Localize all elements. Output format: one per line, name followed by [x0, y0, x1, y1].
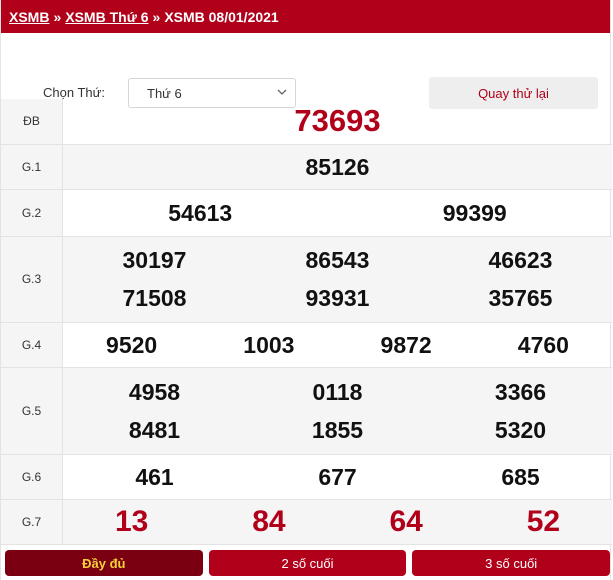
last-three-digits-button[interactable]: 3 số cuối — [412, 550, 611, 576]
prize-label: G.6 — [1, 454, 63, 500]
prize-number: 46623 — [488, 247, 553, 273]
prize-number: 1003 — [243, 331, 295, 358]
prize-number: 5320 — [494, 416, 547, 443]
prize-row: G.5 4958 0118 3366 8481 1855 5320 — [1, 367, 612, 455]
prize-number: 1855 — [311, 416, 364, 443]
prize-number: 64 — [389, 504, 423, 538]
prize-number: 73693 — [294, 103, 381, 139]
prize-row: G.2 54613 99399 — [1, 189, 612, 237]
prize-number: 4958 — [128, 378, 181, 405]
prize-numbers: 461 677 685 — [62, 454, 612, 500]
prize-numbers: 54613 99399 — [62, 189, 612, 237]
prize-numbers: 9520 1003 9872 4760 — [62, 322, 612, 368]
controls-bar: Chọn Thứ: Thứ 6 Quay thử lại — [1, 33, 610, 109]
view-mode-bar: Đầy đủ 2 số cuối 3 số cuối — [1, 550, 613, 580]
breadcrumb-separator: » — [152, 8, 161, 25]
prize-number: 677 — [318, 463, 357, 490]
last-two-digits-button[interactable]: 2 số cuối — [208, 550, 407, 576]
prize-number: 54613 — [168, 199, 233, 226]
prize-number: 85126 — [305, 153, 370, 180]
prize-label: G.2 — [1, 189, 63, 237]
breadcrumb-current: XSMB 08/01/2021 — [164, 8, 279, 25]
day-select-label: Chọn Thứ: — [43, 85, 105, 100]
prize-number: 84 — [252, 504, 286, 538]
prize-row: G.6 461 677 685 — [1, 454, 612, 500]
prize-label: G.7 — [1, 499, 63, 545]
prize-label: G.4 — [1, 322, 63, 368]
prize-number: 3366 — [494, 378, 547, 405]
results-table: ĐB 73693 G.1 85126 G.2 54613 99399 G.3 30197 8654… — [1, 99, 612, 545]
prize-number: 4760 — [517, 331, 569, 358]
breadcrumb-xsmb-day-link[interactable]: XSMB Thứ 6 — [65, 9, 148, 25]
prize-label: ĐB — [1, 99, 63, 145]
prize-number: 0118 — [312, 378, 363, 405]
prize-number: 8481 — [128, 416, 181, 443]
prize-number: 35765 — [488, 285, 553, 311]
breadcrumb-xsmb-link[interactable]: XSMB — [9, 9, 49, 25]
prize-label: G.3 — [1, 236, 63, 323]
prize-number: 93931 — [305, 285, 370, 311]
prize-row: G.4 9520 1003 9872 4760 — [1, 322, 612, 368]
breadcrumb-separator: » — [53, 8, 62, 25]
prize-numbers: 30197 86543 46623 71508 93931 35765 — [62, 236, 612, 323]
prize-row: G.3 30197 86543 46623 71508 93931 35765 — [1, 236, 612, 323]
prize-number: 52 — [526, 504, 561, 538]
prize-numbers: 85126 — [62, 144, 612, 190]
prize-row: G.7 13 84 64 52 — [1, 499, 612, 545]
prize-numbers: 13 84 64 52 — [62, 499, 612, 545]
prize-number: 9872 — [380, 331, 432, 358]
prize-numbers: 4958 0118 3366 8481 1855 5320 — [62, 367, 612, 455]
prize-number: 71508 — [122, 285, 187, 311]
prize-number: 86543 — [305, 247, 370, 273]
prize-row: G.1 85126 — [1, 144, 612, 190]
chevron-down-icon — [277, 89, 287, 95]
prize-number: 99399 — [442, 199, 507, 226]
prize-label: G.5 — [1, 367, 63, 455]
prize-label: G.1 — [1, 144, 63, 190]
breadcrumb: XSMB » XSMB Thứ 6 » XSMB 08/01/2021 — [1, 0, 610, 33]
prize-number: 461 — [135, 463, 174, 490]
prize-numbers: 73693 — [62, 99, 612, 145]
prize-number: 13 — [114, 504, 149, 538]
prize-number: 9520 — [106, 331, 158, 358]
prize-number: 685 — [501, 463, 540, 490]
lottery-page: XSMB » XSMB Thứ 6 » XSMB 08/01/2021 Chọn… — [0, 0, 613, 580]
prize-row: ĐB 73693 — [1, 99, 612, 145]
full-view-button[interactable]: Đầy đủ — [5, 550, 203, 576]
prize-number: 30197 — [122, 247, 187, 273]
